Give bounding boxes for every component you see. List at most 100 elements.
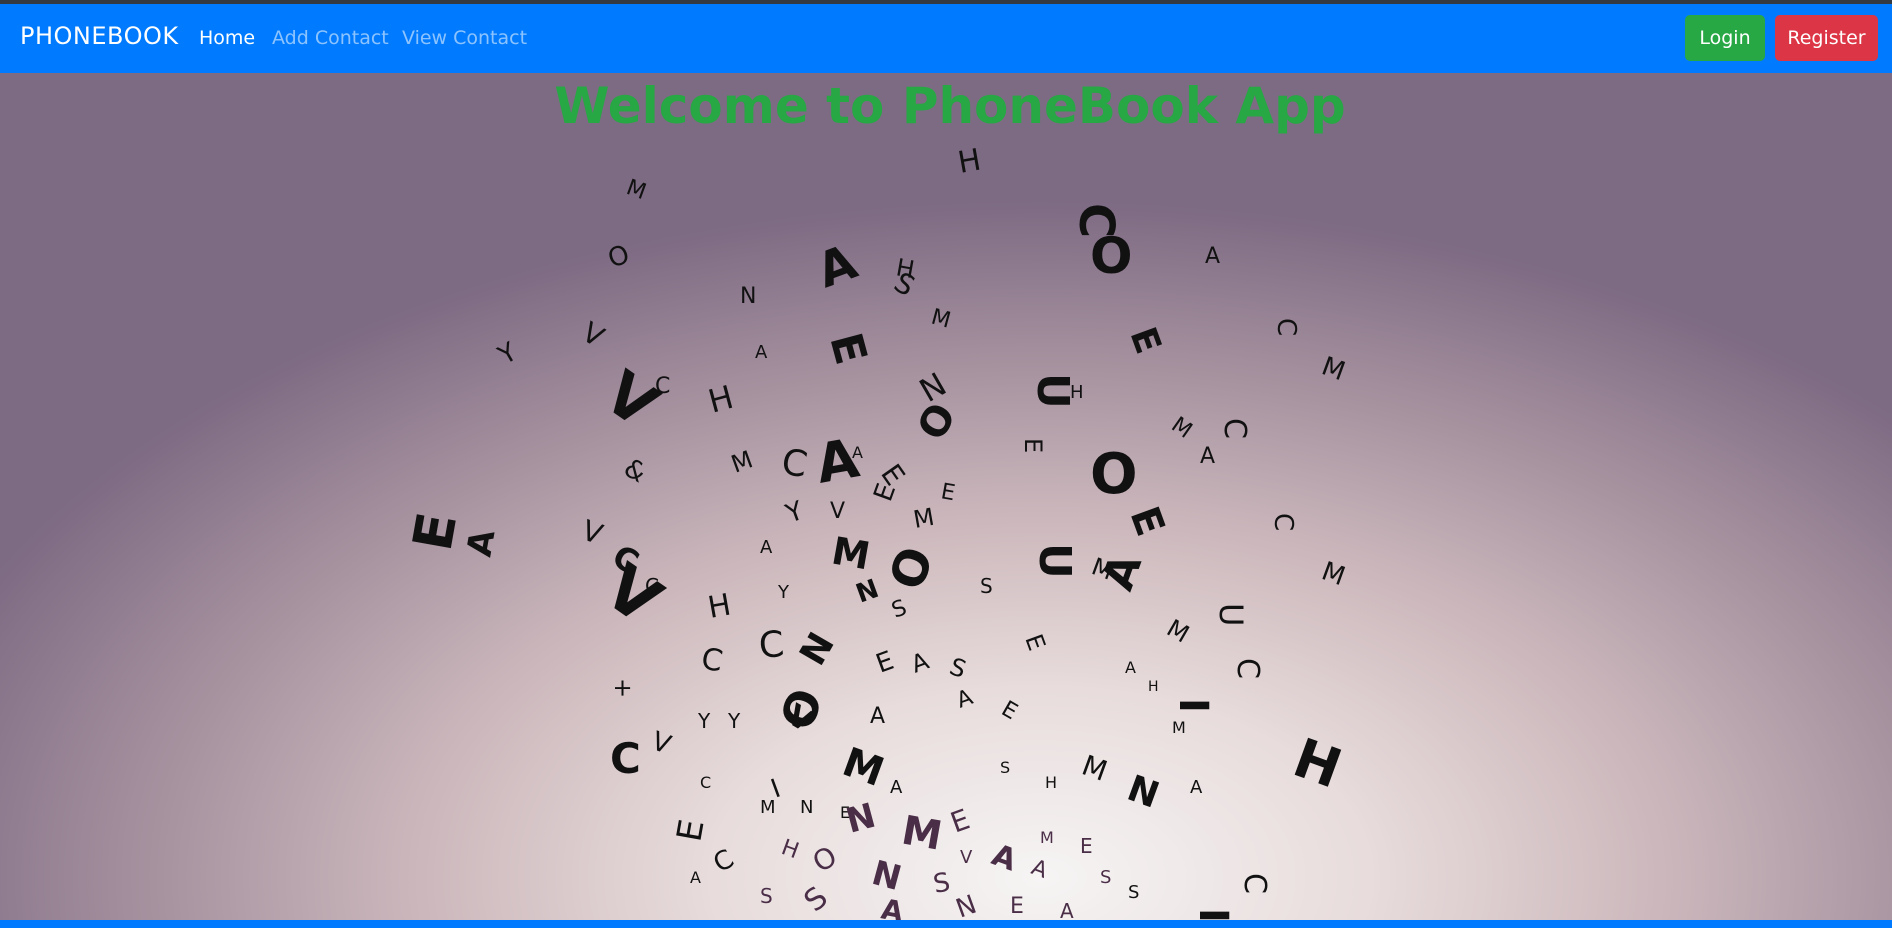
svg-text:M: M (1078, 749, 1112, 788)
svg-text:C: C (778, 441, 810, 486)
svg-text:A: A (987, 838, 1022, 879)
svg-text:M: M (727, 445, 756, 478)
svg-text:V: V (578, 514, 607, 552)
svg-text:N: N (740, 284, 756, 309)
svg-text:O: O (1090, 442, 1138, 507)
svg-text:V: V (648, 726, 675, 760)
svg-text:O: O (1090, 227, 1133, 285)
svg-text:C: C (1230, 658, 1265, 679)
svg-text:E: E (939, 479, 957, 506)
svg-text:E: E (401, 508, 469, 555)
svg-text:C: C (1217, 418, 1252, 439)
svg-text:O: O (909, 396, 966, 448)
svg-text:M: M (1172, 718, 1186, 737)
svg-text:S: S (980, 574, 993, 598)
svg-text:M: M (1318, 556, 1349, 592)
svg-text:C: C (610, 734, 641, 783)
svg-text:C: C (1237, 873, 1272, 894)
svg-text:M: M (1040, 828, 1054, 847)
svg-text:E: E (872, 646, 898, 680)
page-title: Welcome to PhoneBook App (554, 77, 1346, 135)
svg-text:S: S (946, 652, 970, 684)
svg-text:A: A (811, 426, 863, 495)
bottom-bar (0, 920, 1892, 928)
hero-section: Welcome to PhoneBook App M O V Y V C H N… (0, 73, 1892, 920)
svg-text:E: E (819, 328, 876, 370)
svg-text:Y: Y (727, 709, 741, 733)
svg-text:E: E (1019, 438, 1047, 453)
svg-text:+: + (609, 678, 637, 698)
svg-text:A: A (1200, 444, 1215, 469)
svg-text:M: M (898, 808, 945, 860)
svg-text:A: A (1028, 855, 1051, 884)
svg-text:S: S (1000, 758, 1010, 777)
svg-text:N: N (852, 574, 883, 610)
svg-text:A: A (755, 342, 768, 363)
svg-text:M: M (623, 175, 649, 205)
svg-text:S: S (889, 595, 911, 623)
svg-text:A: A (907, 647, 933, 679)
svg-text:U: U (1029, 543, 1080, 579)
svg-text:N: N (792, 626, 843, 673)
svg-text:I: I (1190, 908, 1236, 920)
svg-text:M: M (1318, 351, 1349, 387)
svg-text:A: A (810, 234, 864, 299)
svg-text:C: C (699, 641, 726, 679)
brand-logo[interactable]: PHONEBOOK (20, 22, 179, 50)
svg-text:N: N (952, 890, 981, 920)
svg-text:C: C (1271, 318, 1301, 336)
svg-text:O: O (879, 540, 946, 598)
svg-text:V: V (830, 499, 845, 524)
svg-text:E: E (1019, 630, 1051, 654)
svg-text:A: A (760, 537, 773, 558)
svg-text:A: A (879, 892, 906, 920)
svg-text:M: M (837, 739, 890, 796)
svg-text:C: C (709, 844, 740, 879)
nav-link-add-contact[interactable]: Add Contact (272, 27, 389, 49)
svg-text:M: M (760, 797, 776, 818)
svg-text:N: N (842, 796, 880, 842)
svg-text:O: O (770, 682, 834, 737)
svg-text:N: N (800, 797, 813, 818)
svg-text:C: C (700, 773, 711, 792)
svg-text:V: V (960, 847, 973, 868)
svg-text:H: H (705, 587, 733, 625)
svg-text:E: E (946, 803, 974, 840)
svg-text:S: S (798, 880, 835, 919)
svg-text:M: M (928, 305, 953, 334)
svg-text:I: I (1170, 698, 1216, 713)
register-button[interactable]: Register (1775, 15, 1878, 61)
svg-text:E: E (997, 697, 1022, 726)
svg-text:M: M (911, 503, 936, 534)
svg-text:S: S (931, 867, 952, 899)
login-button[interactable]: Login (1685, 15, 1765, 61)
svg-text:Y: Y (777, 582, 790, 603)
svg-text:E: E (1010, 894, 1024, 919)
svg-text:A: A (690, 868, 701, 887)
svg-text:M: M (828, 529, 873, 579)
svg-text:A: A (954, 685, 977, 714)
svg-text:E: E (1080, 834, 1093, 858)
nav-link-view-contact[interactable]: View Contact (402, 27, 527, 49)
svg-text:O: O (807, 839, 843, 879)
nav-link-home[interactable]: Home (199, 27, 255, 49)
svg-text:A: A (890, 777, 903, 798)
svg-text:H: H (1148, 679, 1159, 695)
svg-text:S: S (760, 884, 773, 908)
svg-text:C: C (1268, 513, 1298, 531)
svg-text:A: A (1190, 777, 1203, 798)
svg-text:M: M (1162, 614, 1194, 649)
svg-text:A: A (1092, 547, 1152, 596)
svg-text:A: A (1125, 658, 1136, 677)
svg-text:Y: Y (493, 337, 523, 371)
svg-text:H: H (1286, 726, 1350, 801)
svg-text:H: H (1070, 382, 1084, 403)
scattered-letters-illustration: M O V Y V C H N A E A S H M H C O E A C … (401, 142, 1350, 920)
svg-text:N: N (1122, 768, 1164, 817)
navbar: PHONEBOOK Home Add Contact View Contact … (0, 4, 1892, 73)
svg-text:S: S (1128, 882, 1139, 903)
svg-text:C: C (655, 374, 670, 399)
svg-text:V: V (577, 315, 610, 353)
svg-text:C: C (645, 574, 659, 598)
svg-text:E: E (669, 816, 712, 844)
